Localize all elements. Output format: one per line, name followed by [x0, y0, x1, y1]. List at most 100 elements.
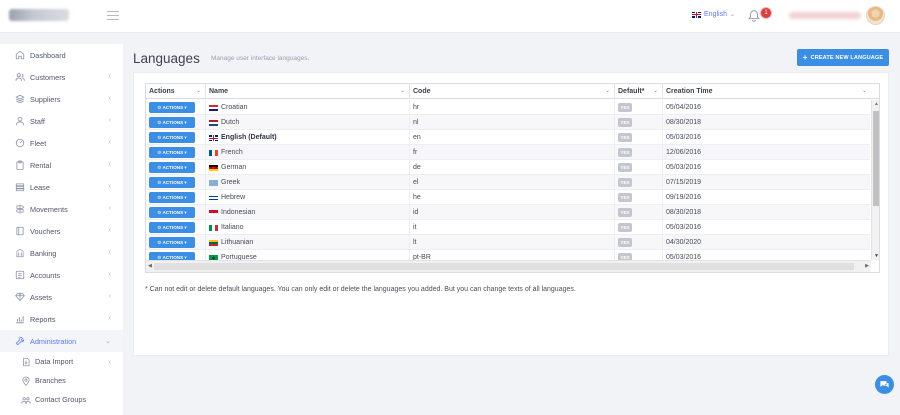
avatar[interactable]	[866, 6, 885, 25]
actions-dropdown-button[interactable]: ⚙ ACTIONS ▾	[149, 147, 195, 158]
chevron-left-icon: ‹	[108, 73, 111, 80]
actions-dropdown-button[interactable]: ⚙ ACTIONS ▾	[149, 162, 195, 173]
sidebar-item-staff[interactable]: Staff ‹	[0, 110, 123, 132]
wrench-icon	[14, 336, 25, 347]
status-badge: YES	[618, 103, 632, 112]
sidebar-item-label: Rental	[30, 160, 52, 170]
menu-toggle-icon[interactable]	[107, 11, 119, 20]
scroll-down-icon[interactable]: ▼	[874, 253, 879, 259]
status-badge: YES	[618, 193, 632, 202]
sidebar-item-banking[interactable]: Banking ‹	[0, 242, 123, 264]
code-cell: nl	[410, 115, 615, 130]
actions-label: ACTIONS	[162, 225, 184, 230]
languages-panel: Actions ⌄ Name ⌄ Code ⌄ Default* ⌄ Creat…	[133, 72, 889, 356]
table-row[interactable]: ⚙ ACTIONS ▾ Hebrew he YES 09/19/2016	[146, 190, 870, 205]
scrollbar-thumb[interactable]	[154, 263, 854, 270]
table-row[interactable]: ⚙ ACTIONS ▾ Croatian hr YES 05/04/2016	[146, 100, 870, 115]
actions-dropdown-button[interactable]: ⚙ ACTIONS ▾	[149, 132, 195, 143]
sidebar-item-label: Lease	[30, 182, 50, 192]
status-badge: YES	[618, 223, 632, 232]
default-cell: YES	[615, 220, 663, 235]
table-row[interactable]: ⚙ ACTIONS ▾ English (Default) en YES 05/03/2…	[146, 130, 870, 145]
table-row[interactable]: ⚙ ACTIONS ▾ Italiano it YES 05/03/2016	[146, 220, 870, 235]
column-header-name[interactable]: Name ⌄	[206, 84, 410, 99]
creation-time-cell: 05/04/2016	[666, 104, 702, 111]
actions-label: ACTIONS	[162, 105, 184, 110]
name-cell: Italiano	[206, 220, 410, 235]
creation-time-cell: 05/03/2016	[666, 134, 702, 141]
table-row[interactable]: ⚙ ACTIONS ▾ Dutch nl YES 08/30/2018	[146, 115, 870, 130]
actions-label: ACTIONS	[162, 240, 184, 245]
actions-dropdown-button[interactable]: ⚙ ACTIONS ▾	[149, 177, 195, 188]
page-subtitle: Manage user interface languages.	[211, 55, 310, 62]
code-cell: he	[410, 190, 615, 205]
actions-dropdown-button[interactable]: ⚙ ACTIONS ▾	[149, 207, 195, 218]
default-cell: YES	[615, 115, 663, 130]
chat-button[interactable]	[875, 375, 894, 394]
sidebar-item-reports[interactable]: Reports ‹	[0, 308, 123, 330]
sidebar-item-assets[interactable]: Assets ‹	[0, 286, 123, 308]
notification-badge[interactable]: 1	[760, 7, 772, 19]
vertical-scrollbar[interactable]: ▲ ▼	[871, 100, 879, 260]
sidebar-item-accounts[interactable]: Accounts ‹	[0, 264, 123, 286]
create-new-language-button[interactable]: + CREATE NEW LANGUAGE	[797, 49, 889, 66]
actions-dropdown-button[interactable]: ⚙ ACTIONS ▾	[149, 192, 195, 203]
language-name: French	[221, 149, 243, 156]
column-header-default[interactable]: Default* ⌄	[615, 84, 663, 99]
language-selector[interactable]: English ⌄	[692, 11, 735, 18]
language-name: English (Default)	[221, 134, 277, 141]
creation-time-cell: 07/15/2019	[666, 179, 702, 186]
sidebar-item-administration[interactable]: Administration ⌄	[0, 330, 123, 352]
actions-label: ACTIONS	[162, 210, 184, 215]
table-row[interactable]: ⚙ ACTIONS ▾ German de YES 05/03/2016	[146, 160, 870, 175]
app-logo[interactable]	[9, 9, 69, 21]
default-cell: YES	[615, 190, 663, 205]
sort-icon: ⌄	[604, 88, 610, 94]
actions-cell: ⚙ ACTIONS ▾	[146, 130, 206, 145]
table-row[interactable]: ⚙ ACTIONS ▾ Greek el YES 07/15/2019	[146, 175, 870, 190]
sidebar-item-rental[interactable]: Rental ‹	[0, 154, 123, 176]
main-content: Languages Manage user interface language…	[133, 44, 900, 415]
actions-dropdown-button[interactable]: ⚙ ACTIONS ▾	[149, 102, 195, 113]
table-row[interactable]: ⚙ ACTIONS ▾ French fr YES 12/06/2016	[146, 145, 870, 160]
horizontal-scrollbar[interactable]: ◀ ▶	[146, 260, 871, 272]
scroll-left-icon[interactable]: ◀	[148, 263, 152, 269]
actions-dropdown-button[interactable]: ⚙ ACTIONS ▾	[149, 222, 195, 233]
flag-icon	[209, 240, 218, 246]
sidebar-item-dashboard[interactable]: Dashboard	[0, 44, 123, 66]
uk-flag-icon	[692, 11, 701, 18]
sidebar-item-branches[interactable]: Branches	[0, 371, 123, 390]
scrollbar-thumb[interactable]	[873, 111, 879, 206]
sidebar-item-customers[interactable]: Customers ‹	[0, 66, 123, 88]
scroll-right-icon[interactable]: ▶	[865, 263, 869, 269]
column-header-label: Creation Time	[666, 88, 713, 95]
table-row[interactable]: ⚙ ACTIONS ▾ Lithuanian lt YES 04/30/2020	[146, 235, 870, 250]
scroll-up-icon[interactable]: ▲	[874, 101, 879, 107]
actions-cell: ⚙ ACTIONS ▾	[146, 160, 206, 175]
sidebar-item-label: Staff	[30, 116, 45, 126]
actions-label: ACTIONS	[162, 165, 184, 170]
actions-dropdown-button[interactable]: ⚙ ACTIONS ▾	[149, 237, 195, 248]
column-header-actions[interactable]: Actions ⌄	[146, 84, 206, 99]
flag-icon	[209, 180, 218, 186]
sidebar-item-lease[interactable]: Lease ‹	[0, 176, 123, 198]
accounts-icon	[14, 270, 25, 281]
sidebar-item-suppliers[interactable]: Suppliers ‹	[0, 88, 123, 110]
sidebar-item-movements[interactable]: Movements ‹	[0, 198, 123, 220]
status-badge: YES	[618, 118, 632, 127]
user-name[interactable]	[789, 12, 861, 19]
bell-icon[interactable]	[747, 9, 761, 23]
table-row[interactable]: ⚙ ACTIONS ▾ Indonesian id YES 08/30/2018	[146, 205, 870, 220]
chevron-left-icon: ‹	[108, 271, 111, 278]
sidebar-item-contact-groups[interactable]: Contact Groups	[0, 390, 123, 409]
creation-time-cell: 05/03/2016	[666, 164, 702, 171]
language-name: Hebrew	[221, 194, 246, 201]
chevron-left-icon: ‹	[108, 359, 111, 366]
column-header-creation-time[interactable]: Creation Time ⌄	[663, 84, 879, 99]
sidebar-item-data-import[interactable]: Data Import ‹	[0, 352, 123, 371]
sidebar-item-fleet[interactable]: Fleet ‹	[0, 132, 123, 154]
actions-dropdown-button[interactable]: ⚙ ACTIONS ▾	[149, 117, 195, 128]
chevron-left-icon: ‹	[108, 205, 111, 212]
column-header-code[interactable]: Code ⌄	[410, 84, 615, 99]
sidebar-item-vouchers[interactable]: Vouchers ‹	[0, 220, 123, 242]
